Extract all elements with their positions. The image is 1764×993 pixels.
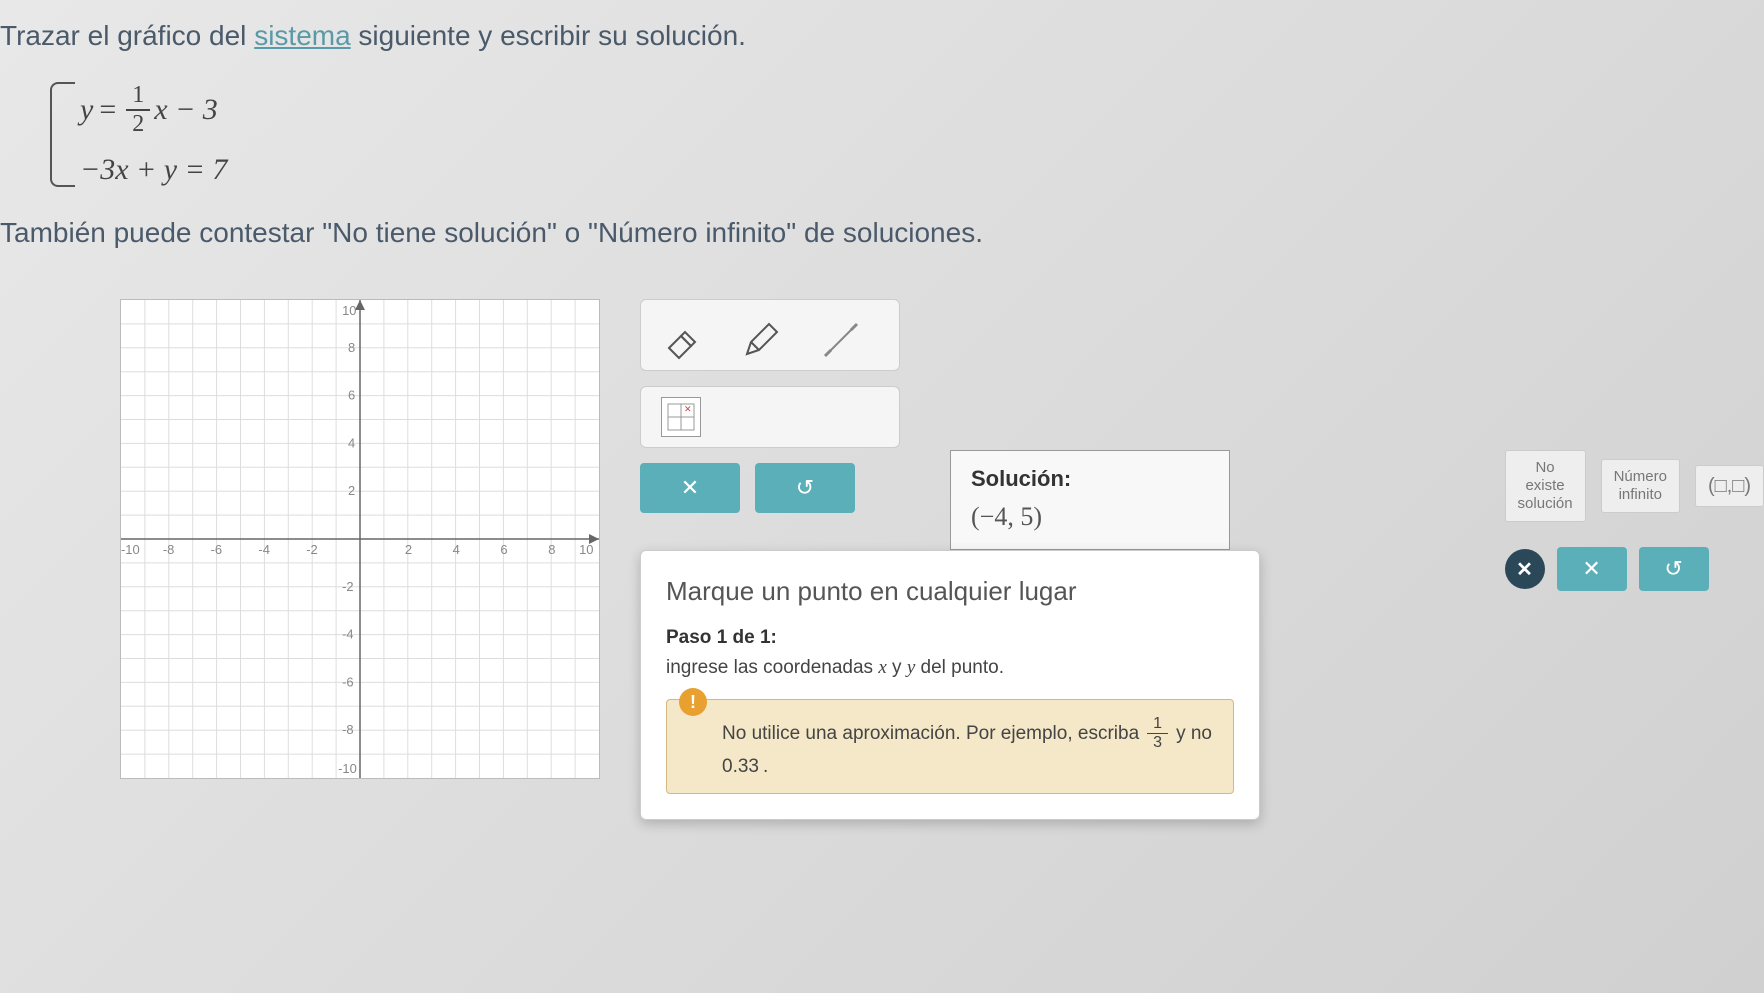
- instr-mid: y: [887, 657, 907, 678]
- eq1-fraction: 1 2: [126, 82, 150, 138]
- inf-l2: infinito: [1614, 486, 1667, 504]
- grid-zoom-icon[interactable]: ✕: [661, 397, 701, 437]
- svg-text:2: 2: [405, 542, 412, 557]
- warn-before: No utilice una aproximación. Por ejemplo…: [722, 723, 1139, 745]
- instr-before: ingrese las coordenadas: [666, 657, 878, 678]
- svg-text:-8: -8: [342, 722, 354, 737]
- instr-x: x: [878, 657, 886, 678]
- eraser-icon[interactable]: [661, 320, 701, 360]
- svg-text:-2: -2: [306, 542, 318, 557]
- warn-fraction: 1 3: [1147, 715, 1168, 752]
- eq1-num: 1: [126, 82, 150, 111]
- eq1-den: 2: [126, 111, 150, 138]
- problem-text-after: siguiente y escribir su solución.: [351, 20, 746, 51]
- graph-canvas[interactable]: -10 -8 -6 -4 -2 2 4 6 8 10 10 8 6 4 2 -2 -4 -6 -8 -10: [120, 299, 600, 779]
- clear-button-2[interactable]: ✕: [1557, 547, 1627, 591]
- no-sol-l3: solución: [1518, 495, 1573, 513]
- warn-after: .: [763, 756, 768, 778]
- warn-val: 0.33: [722, 756, 759, 778]
- solution-label: Solución:: [971, 466, 1209, 492]
- svg-text:6: 6: [500, 542, 507, 557]
- brace-icon: [50, 82, 75, 187]
- solution-area: Solución: (−4, 5): [950, 450, 1230, 550]
- svg-text:-6: -6: [342, 674, 354, 689]
- undo-button[interactable]: ↺: [755, 463, 855, 513]
- eq1-lhs: y: [80, 93, 93, 127]
- solution-panel: Solución: (−4, 5): [950, 450, 1230, 550]
- svg-text:10: 10: [342, 303, 356, 318]
- svg-text:-4: -4: [258, 542, 270, 557]
- svg-text:10: 10: [579, 542, 593, 557]
- sistema-link[interactable]: sistema: [254, 20, 350, 51]
- svg-text:4: 4: [348, 435, 355, 450]
- tooltip-step: Paso 1 de 1:: [666, 627, 1234, 649]
- warning-box: ! No utilice una aproximación. Por ejemp…: [666, 699, 1234, 794]
- graph-svg: -10 -8 -6 -4 -2 2 4 6 8 10 10 8 6 4 2 -2 -4 -6 -8 -10: [121, 300, 599, 778]
- grid-tool-row: ✕: [640, 386, 900, 448]
- warn-num: 1: [1147, 715, 1168, 734]
- svg-text:8: 8: [548, 542, 555, 557]
- close-circle-button[interactable]: ✕: [1505, 549, 1545, 589]
- action-buttons: ✕ ↺: [640, 463, 900, 513]
- svg-text:2: 2: [348, 483, 355, 498]
- ordered-pair-button[interactable]: (□,□): [1695, 465, 1764, 507]
- tooltip-box: Marque un punto en cualquier lugar Paso …: [640, 550, 1260, 820]
- svg-text:-4: -4: [342, 627, 354, 642]
- equation-1: y = 1 2 x − 3: [80, 82, 1764, 138]
- svg-text:-8: -8: [163, 542, 175, 557]
- right-options: No existe solución Número infinito (□,□)…: [1505, 450, 1764, 591]
- svg-text:-2: -2: [342, 579, 354, 594]
- eq1-rest: x − 3: [154, 93, 218, 127]
- no-sol-l1: No: [1518, 459, 1573, 477]
- equation-system: y = 1 2 x − 3 −3x + y = 7: [50, 82, 1764, 187]
- drawing-tools-row: [640, 299, 900, 371]
- svg-text:4: 4: [453, 542, 460, 557]
- solution-value[interactable]: (−4, 5): [971, 502, 1209, 532]
- infinite-button[interactable]: Número infinito: [1601, 459, 1680, 513]
- warning-icon: !: [679, 688, 707, 716]
- clear-button[interactable]: ✕: [640, 463, 740, 513]
- pencil-icon[interactable]: [741, 320, 781, 360]
- equation-2: −3x + y = 7: [80, 153, 1764, 187]
- inf-l1: Número: [1614, 468, 1667, 486]
- svg-text:8: 8: [348, 340, 355, 355]
- svg-text:-6: -6: [211, 542, 223, 557]
- svg-text:6: 6: [348, 388, 355, 403]
- line-tool-icon[interactable]: [821, 320, 861, 360]
- no-sol-l2: existe: [1518, 477, 1573, 495]
- no-solution-button[interactable]: No existe solución: [1505, 450, 1586, 522]
- tooltip-title: Marque un punto en cualquier lugar: [666, 576, 1234, 607]
- warn-mid: y no: [1176, 723, 1212, 745]
- tooltip-instruction: ingrese las coordenadas x y y del punto.: [666, 657, 1234, 679]
- warn-den: 3: [1147, 734, 1168, 752]
- instr-after: del punto.: [915, 657, 1004, 678]
- undo-button-2[interactable]: ↺: [1639, 547, 1709, 591]
- instr-y: y: [907, 657, 915, 678]
- svg-text:✕: ✕: [684, 404, 692, 414]
- svg-text:-10: -10: [338, 761, 357, 776]
- svg-text:-10: -10: [121, 542, 140, 557]
- subtext: También puede contestar "No tiene soluci…: [0, 217, 1764, 249]
- problem-statement: Trazar el gráfico del sistema siguiente …: [0, 0, 1764, 52]
- problem-text-before: Trazar el gráfico del: [0, 20, 254, 51]
